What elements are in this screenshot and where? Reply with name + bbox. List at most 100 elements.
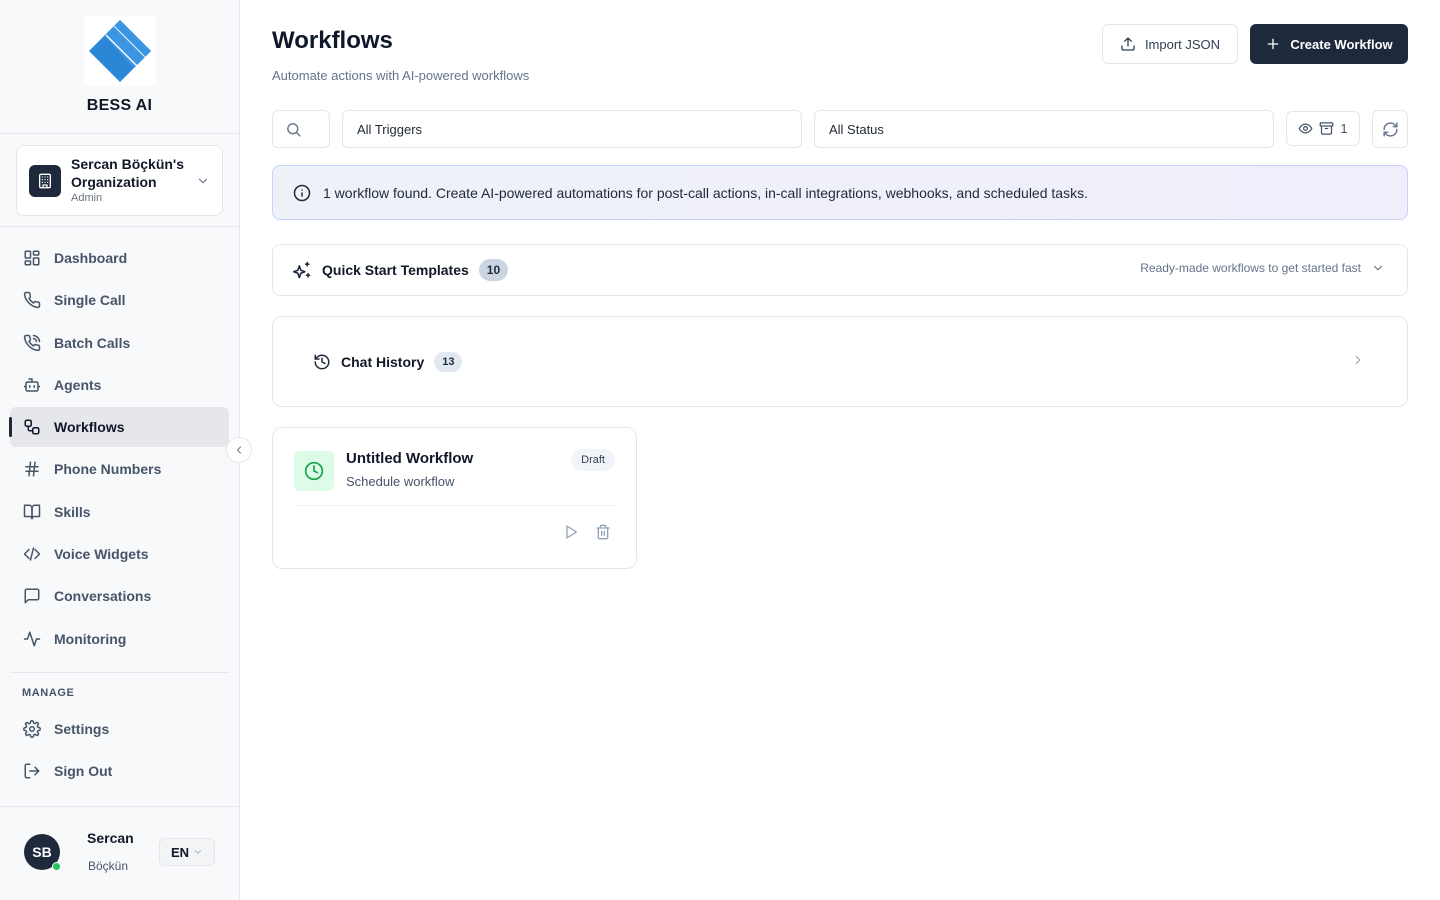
nav-item-dashboard[interactable]: Dashboard bbox=[10, 238, 229, 278]
delete-workflow-button[interactable] bbox=[593, 522, 613, 542]
nav-label: Phone Numbers bbox=[54, 461, 162, 478]
run-workflow-button[interactable] bbox=[561, 522, 581, 542]
brand-name: BESS AI bbox=[86, 97, 153, 114]
archived-toggle[interactable]: 1 bbox=[1286, 111, 1360, 146]
templates-hint: Ready-made workflows to get started fast bbox=[1140, 261, 1385, 275]
workflow-title: Untitled Workflow bbox=[346, 450, 474, 467]
page-subtitle: Automate actions with AI-powered workflo… bbox=[272, 68, 530, 83]
status-filter-value: All Status bbox=[829, 121, 884, 137]
user-first-name: Sercan bbox=[87, 830, 134, 846]
main-nav: Dashboard Single Call Batch Calls Agents… bbox=[9, 238, 229, 661]
trigger-filter-value: All Triggers bbox=[357, 121, 423, 137]
org-section: Sercan Böçkün's Organization Admin bbox=[0, 134, 239, 227]
create-workflow-label: Create Workflow bbox=[1290, 36, 1393, 52]
search-icon bbox=[285, 121, 302, 138]
brand-header: BESS AI bbox=[0, 0, 239, 134]
user-last-name: Böçkün bbox=[88, 859, 129, 873]
phone-icon bbox=[22, 290, 42, 310]
manage-section-title: MANAGE bbox=[22, 687, 75, 699]
import-json-label: Import JSON bbox=[1144, 36, 1221, 52]
nav-item-sign-out[interactable]: Sign Out bbox=[10, 751, 229, 791]
nav-item-phone-numbers[interactable]: Phone Numbers bbox=[10, 449, 229, 489]
phone-calling-icon bbox=[22, 333, 42, 353]
nav-label: Dashboard bbox=[54, 250, 128, 266]
code-icon bbox=[22, 544, 42, 564]
page-title: Workflows bbox=[272, 27, 393, 54]
chat-history-title: Chat History bbox=[341, 353, 425, 370]
online-status-dot bbox=[52, 862, 61, 871]
info-icon bbox=[293, 184, 311, 202]
workflow-card[interactable]: Untitled Workflow Schedule workflow Draf… bbox=[272, 427, 637, 569]
nav-item-batch-calls[interactable]: Batch Calls bbox=[10, 323, 229, 363]
nav-label: Conversations bbox=[54, 588, 152, 605]
card-divider bbox=[294, 505, 617, 506]
nav-item-single-call[interactable]: Single Call bbox=[10, 280, 229, 320]
eye-icon bbox=[1298, 121, 1313, 136]
templates-count-badge: 10 bbox=[478, 259, 509, 281]
dashboard-icon bbox=[22, 248, 42, 268]
templates-hint-text: Ready-made workflows to get started fast bbox=[1140, 261, 1361, 275]
refresh-icon bbox=[1382, 121, 1399, 138]
plus-icon bbox=[1265, 36, 1281, 52]
nav-divider bbox=[10, 672, 229, 673]
play-icon bbox=[563, 524, 579, 540]
language-selector[interactable]: EN bbox=[159, 838, 215, 866]
nav-label: Single Call bbox=[54, 292, 126, 309]
gear-icon bbox=[22, 719, 42, 739]
status-filter-select[interactable]: All Status bbox=[814, 110, 1274, 148]
archive-icon bbox=[1319, 121, 1334, 136]
quick-start-templates-section[interactable]: Quick Start Templates 10 Ready-made work… bbox=[272, 244, 1408, 296]
brand-logo[interactable] bbox=[84, 16, 156, 86]
activity-icon bbox=[22, 629, 42, 649]
org-switcher[interactable]: Sercan Böçkün's Organization Admin bbox=[16, 145, 223, 216]
message-icon bbox=[22, 586, 42, 606]
sidebar: BESS AI Sercan Böçkün's Organization Adm… bbox=[0, 0, 240, 900]
nav-item-conversations[interactable]: Conversations bbox=[10, 576, 229, 616]
building-icon bbox=[29, 165, 61, 197]
bot-icon bbox=[22, 375, 42, 395]
search-input[interactable] bbox=[272, 110, 330, 148]
nav-label: Agents bbox=[54, 376, 102, 393]
sidebar-collapse-button[interactable] bbox=[226, 437, 252, 463]
nav-item-monitoring[interactable]: Monitoring bbox=[10, 619, 229, 659]
user-profile: SB Sercan Böçkün EN bbox=[0, 806, 239, 900]
nav-label: Batch Calls bbox=[54, 334, 131, 351]
nav-label: Voice Widgets bbox=[54, 546, 149, 563]
history-icon bbox=[313, 353, 331, 371]
book-icon bbox=[22, 502, 42, 522]
sparkles-icon bbox=[293, 261, 312, 280]
chat-history-section[interactable]: Chat History 13 bbox=[272, 316, 1408, 407]
info-banner: 1 workflow found. Create AI-powered auto… bbox=[272, 165, 1408, 220]
trash-icon bbox=[595, 524, 611, 540]
nav-item-voice-widgets[interactable]: Voice Widgets bbox=[10, 534, 229, 574]
chevron-down-icon bbox=[193, 847, 203, 857]
archived-count: 1 bbox=[1340, 121, 1348, 136]
nav-label: Workflows bbox=[54, 419, 125, 436]
chevron-right-icon bbox=[1351, 353, 1365, 367]
info-banner-text: 1 workflow found. Create AI-powered auto… bbox=[323, 184, 1088, 201]
nav-item-workflows[interactable]: Workflows bbox=[9, 407, 229, 448]
org-name: Sercan Böçkün's Organization bbox=[71, 156, 185, 190]
nav-label: Settings bbox=[54, 721, 110, 737]
upload-icon bbox=[1120, 36, 1136, 52]
nav-item-settings[interactable]: Settings bbox=[10, 709, 229, 749]
chevron-down-icon bbox=[196, 174, 210, 188]
create-workflow-button[interactable]: Create Workflow bbox=[1250, 24, 1408, 64]
templates-title: Quick Start Templates bbox=[322, 262, 469, 278]
language-value: EN bbox=[170, 844, 190, 860]
import-json-button[interactable]: Import JSON bbox=[1102, 24, 1238, 64]
nav-label: Monitoring bbox=[54, 630, 127, 647]
refresh-button[interactable] bbox=[1372, 110, 1408, 148]
nav-item-skills[interactable]: Skills bbox=[10, 492, 229, 532]
nav-label: Sign Out bbox=[54, 763, 113, 780]
clock-icon bbox=[294, 451, 334, 491]
workflow-subtitle: Schedule workflow bbox=[346, 474, 455, 489]
sign-out-icon bbox=[22, 761, 42, 781]
chevron-down-icon bbox=[1371, 261, 1385, 275]
nav-label: Skills bbox=[54, 503, 91, 520]
chevron-left-icon bbox=[233, 444, 245, 456]
manage-nav: Settings Sign Out bbox=[10, 709, 229, 794]
trigger-filter-select[interactable]: All Triggers bbox=[342, 110, 802, 148]
nav-item-agents[interactable]: Agents bbox=[10, 365, 229, 405]
org-role: Admin bbox=[71, 192, 103, 204]
